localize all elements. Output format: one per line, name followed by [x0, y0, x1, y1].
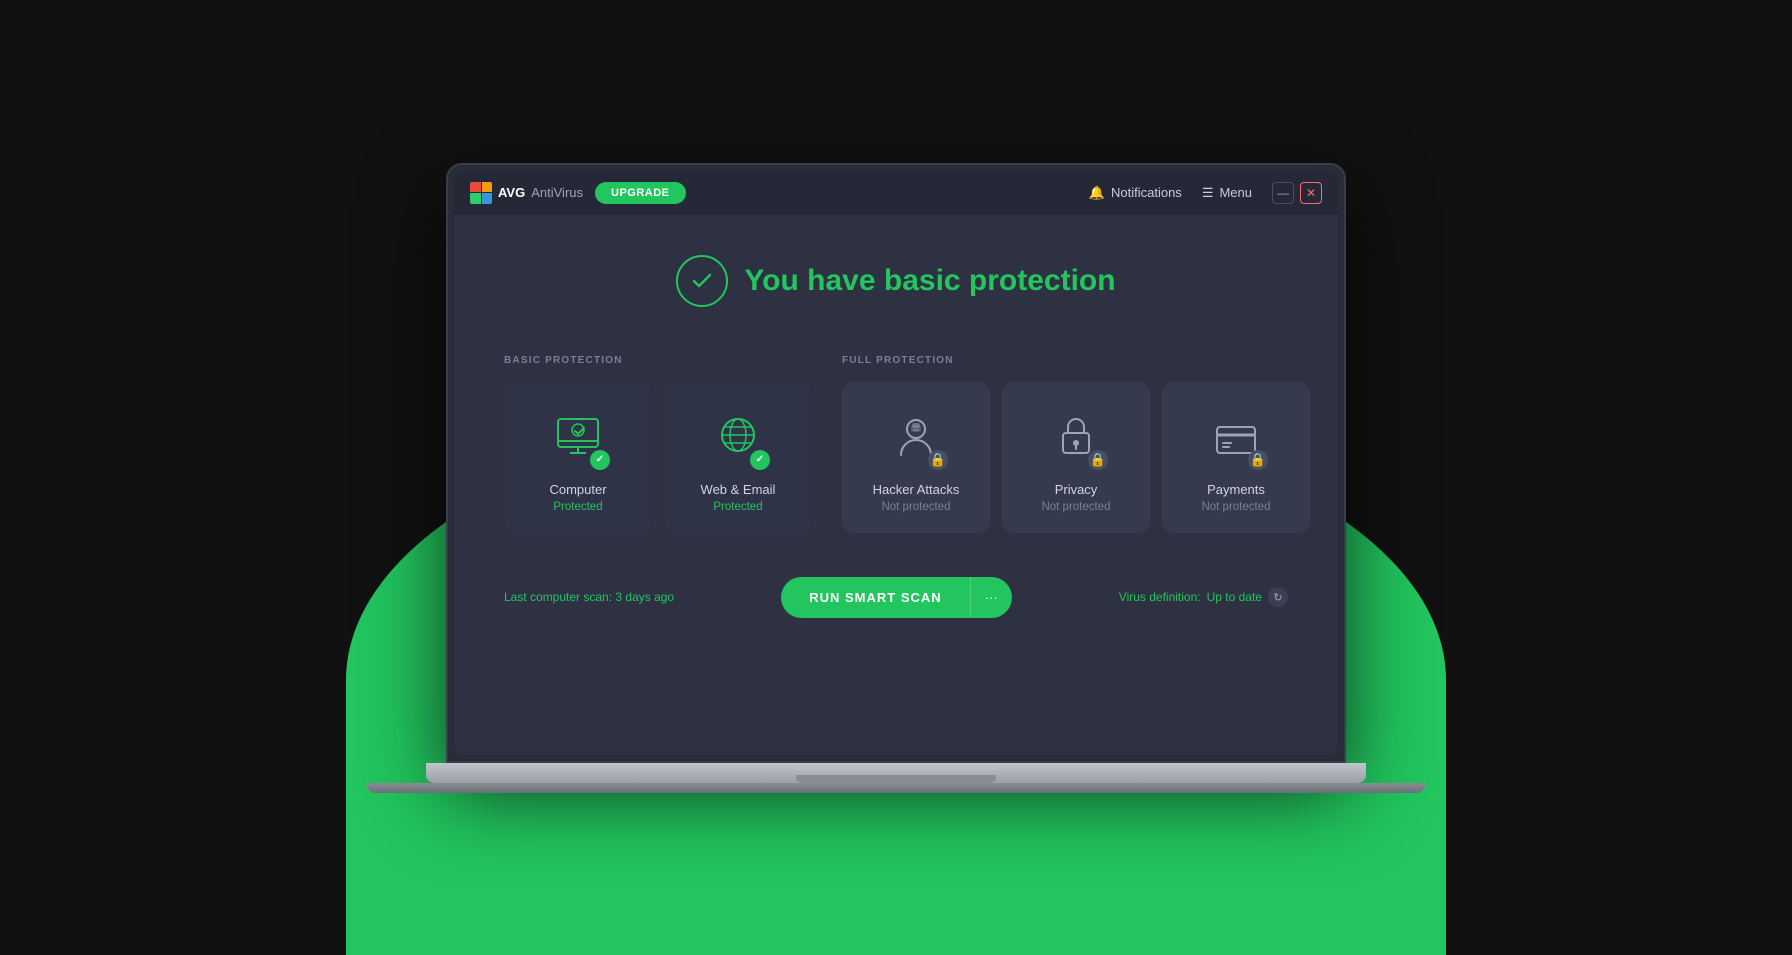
basic-protection-label: BASIC PROTECTION	[504, 355, 812, 366]
privacy-badge: 🔒	[1088, 450, 1108, 470]
last-scan-value: 3 days ago	[615, 590, 674, 604]
basic-cards-container: ✓ Computer Protected	[504, 382, 812, 533]
hacker-attacks-badge: 🔒	[928, 450, 948, 470]
privacy-icon-wrap: 🔒	[1044, 406, 1108, 470]
hacker-attacks-icon-wrap: 🔒	[884, 406, 948, 470]
upgrade-button[interactable]: UPGRADE	[595, 182, 686, 204]
status-header: You have basic protection	[504, 255, 1288, 307]
computer-card[interactable]: ✓ Computer Protected	[504, 382, 652, 533]
title-bar: AVG AntiVirus UPGRADE 🔔 Notifications ☰ …	[454, 171, 1338, 215]
refresh-button[interactable]: ↻	[1268, 587, 1288, 607]
full-protection-section: FULL PROTECTION	[842, 355, 1310, 533]
bell-icon: 🔔	[1089, 185, 1105, 201]
title-bar-left: AVG AntiVirus UPGRADE	[470, 182, 686, 204]
computer-badge: ✓	[590, 450, 610, 470]
avg-brand-label: AVG	[498, 185, 525, 200]
payments-badge: 🔒	[1248, 450, 1268, 470]
hacker-attacks-card[interactable]: 🔒 Hacker Attacks Not protected	[842, 382, 990, 533]
privacy-card-status: Not protected	[1041, 501, 1110, 513]
last-scan-label: Last computer scan:	[504, 590, 615, 604]
avg-logo: AVG AntiVirus	[470, 182, 583, 204]
web-email-badge: ✓	[750, 450, 770, 470]
notifications-button[interactable]: 🔔 Notifications	[1089, 185, 1182, 201]
status-title-prefix: You have	[744, 264, 883, 297]
menu-label: Menu	[1219, 185, 1252, 200]
privacy-card[interactable]: 🔒 Privacy Not protected	[1002, 382, 1150, 533]
laptop-screen-outer: AVG AntiVirus UPGRADE 🔔 Notifications ☰ …	[446, 163, 1346, 763]
virus-def-value: Up to date	[1207, 590, 1262, 604]
laptop-wrapper: AVG AntiVirus UPGRADE 🔔 Notifications ☰ …	[366, 163, 1426, 793]
status-title-highlight: basic protection	[884, 264, 1116, 297]
virus-definition-info: Virus definition: Up to date ↻	[1119, 587, 1288, 607]
basic-protection-section: BASIC PROTECTION	[504, 355, 812, 533]
hacker-attacks-card-status: Not protected	[881, 501, 950, 513]
full-protection-label: FULL PROTECTION	[842, 355, 1310, 366]
window-controls: — ✕	[1272, 182, 1322, 204]
scan-button-group: RUN SMART SCAN ···	[781, 577, 1011, 618]
close-button[interactable]: ✕	[1300, 182, 1322, 204]
computer-card-status: Protected	[553, 501, 602, 513]
web-email-card[interactable]: ✓ Web & Email Protected	[664, 382, 812, 533]
web-email-card-status: Protected	[713, 501, 762, 513]
hacker-attacks-card-name: Hacker Attacks	[873, 482, 960, 497]
computer-icon-wrap: ✓	[546, 406, 610, 470]
scan-more-options-button[interactable]: ···	[970, 577, 1012, 618]
run-smart-scan-button[interactable]: RUN SMART SCAN	[781, 577, 969, 618]
payments-card[interactable]: 🔒 Payments Not protected	[1162, 382, 1310, 533]
virus-def-label: Virus definition:	[1119, 590, 1201, 604]
hamburger-icon: ☰	[1202, 185, 1214, 201]
privacy-card-name: Privacy	[1055, 482, 1098, 497]
status-check-circle	[676, 255, 728, 307]
minimize-button[interactable]: —	[1272, 182, 1294, 204]
last-scan-info: Last computer scan: 3 days ago	[504, 590, 674, 604]
full-cards-container: 🔒 Hacker Attacks Not protected	[842, 382, 1310, 533]
notifications-label: Notifications	[1111, 185, 1182, 200]
laptop-screen-inner: AVG AntiVirus UPGRADE 🔔 Notifications ☰ …	[454, 171, 1338, 755]
avg-product-label: AntiVirus	[531, 185, 583, 200]
main-content: You have basic protection BASIC PROTECTI…	[454, 215, 1338, 755]
payments-card-name: Payments	[1207, 482, 1265, 497]
web-email-icon-wrap: ✓	[706, 406, 770, 470]
payments-card-status: Not protected	[1201, 501, 1270, 513]
laptop-base	[426, 763, 1366, 783]
title-bar-right: 🔔 Notifications ☰ Menu — ✕	[1089, 182, 1322, 204]
laptop-foot	[366, 783, 1426, 793]
payments-icon-wrap: 🔒	[1204, 406, 1268, 470]
status-title: You have basic protection	[744, 264, 1115, 298]
web-email-card-name: Web & Email	[701, 482, 776, 497]
avg-logo-icon	[470, 182, 492, 204]
computer-card-name: Computer	[549, 482, 606, 497]
sections-container: BASIC PROTECTION	[504, 355, 1288, 533]
menu-button[interactable]: ☰ Menu	[1202, 185, 1252, 201]
bottom-bar: Last computer scan: 3 days ago RUN SMART…	[504, 577, 1288, 618]
